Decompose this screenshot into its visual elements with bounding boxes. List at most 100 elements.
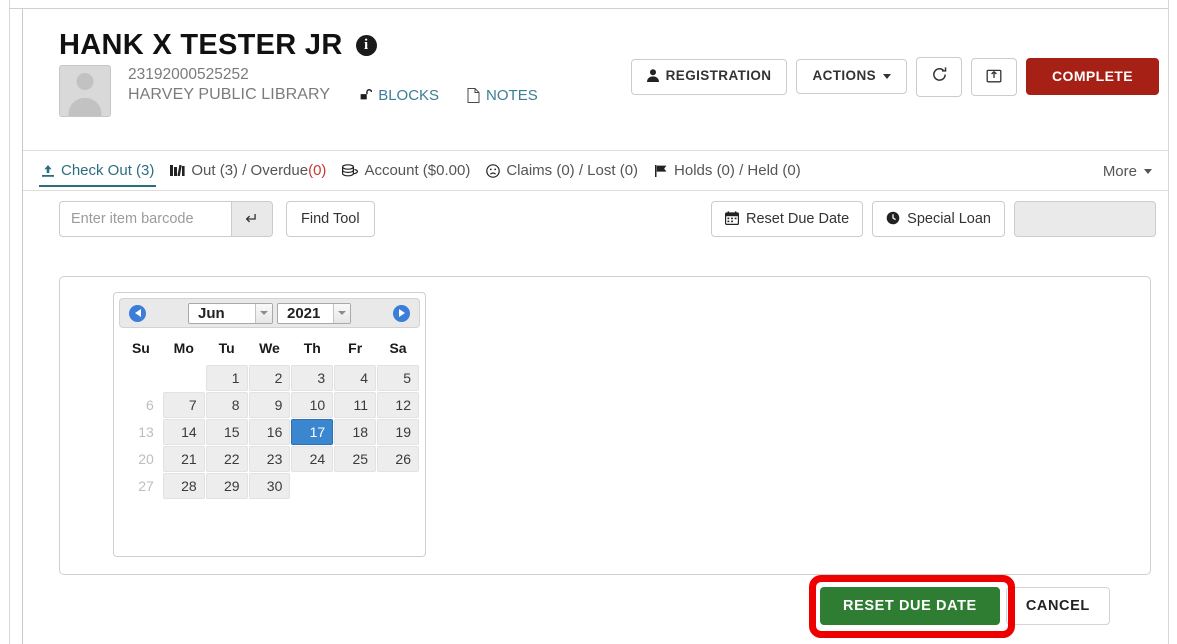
- special-loan-button[interactable]: Special Loan: [872, 201, 1005, 237]
- barcode-entry-group: ↵: [59, 201, 273, 237]
- calendar-day[interactable]: 8: [205, 392, 248, 418]
- avatar: [59, 65, 111, 117]
- calendar-week-row: 27 28 29 30: [120, 473, 419, 499]
- flag-icon: [654, 164, 668, 178]
- calendar-day[interactable]: 23: [248, 446, 291, 472]
- calendar-day[interactable]: 5: [377, 365, 419, 391]
- books-icon: [170, 164, 185, 177]
- tab-more-label: More: [1102, 162, 1137, 180]
- calendar-cell: 21: [162, 446, 205, 472]
- month-select-value: Jun: [198, 304, 225, 322]
- barcode-submit-button[interactable]: ↵: [231, 201, 273, 237]
- calendar-day[interactable]: 11: [334, 392, 377, 418]
- calendar-cell: 9: [248, 392, 291, 418]
- calendar-day[interactable]: 15: [205, 419, 248, 445]
- find-tool-button[interactable]: Find Tool: [286, 201, 375, 237]
- calendar-day[interactable]: 10: [291, 392, 334, 418]
- tab-out-overdue[interactable]: Out (3) / Overdue (0): [162, 151, 334, 191]
- calendar-cell: [120, 365, 162, 391]
- calendar-day[interactable]: 4: [334, 365, 377, 391]
- weekday-header: Sa: [389, 340, 407, 356]
- weekday-header: Mo: [173, 340, 194, 356]
- calendar-day[interactable]: 18: [334, 419, 377, 445]
- tab-check-out[interactable]: Check Out (3): [33, 151, 162, 191]
- tab-more-dropdown[interactable]: More: [1103, 151, 1152, 191]
- calendar-day[interactable]: 30: [248, 473, 291, 499]
- page-left-rule: [9, 0, 10, 644]
- calendar-day[interactable]: 12: [377, 392, 419, 418]
- blocks-link[interactable]: BLOCKS: [358, 87, 439, 104]
- calendar-day[interactable]: 14: [162, 419, 205, 445]
- complete-button[interactable]: COMPLETE: [1026, 58, 1159, 96]
- calendar-week-row: 12345: [120, 365, 419, 391]
- calendar-cell: 4: [334, 365, 377, 391]
- calendar-day[interactable]: 3: [291, 365, 334, 391]
- calendar-day[interactable]: 2: [248, 365, 291, 391]
- calendar-day[interactable]: 19: [377, 419, 419, 445]
- calendar-cell: 30: [248, 473, 291, 499]
- notes-link[interactable]: NOTES: [467, 87, 538, 104]
- calendar-day-disabled: 6: [146, 397, 154, 413]
- face-frown-icon: [486, 163, 501, 178]
- calendar-cell: [377, 473, 419, 499]
- pop-out-button[interactable]: [971, 57, 1018, 97]
- tab-account[interactable]: Account ($0.00): [334, 151, 478, 191]
- reset-due-date-toolbar-button[interactable]: Reset Due Date: [710, 201, 864, 237]
- calendar-day[interactable]: 29: [205, 473, 248, 499]
- checkout-toolbar: ↵ Find Tool Reset Due Date Special Lo: [23, 191, 1168, 247]
- next-month-arrow-icon[interactable]: [393, 304, 410, 322]
- patron-library: HARVEY PUBLIC LIBRARY: [128, 86, 331, 104]
- calendar-day[interactable]: 22: [205, 446, 248, 472]
- calendar-cell: 23: [248, 446, 291, 472]
- calendar-day-disabled: 13: [138, 424, 154, 440]
- cancel-button[interactable]: CANCEL: [1005, 587, 1110, 625]
- refresh-icon: [931, 66, 948, 88]
- calendar-cell: 26: [377, 446, 419, 472]
- calendar-cell: 12: [377, 392, 419, 418]
- registration-button[interactable]: REGISTRATION: [630, 58, 788, 95]
- calendar-body: 1 2 3 4 5 6 7 8 9 10 11 12 13 14 15 16 17 18 19 20 21 22 23 24 2…: [120, 365, 419, 499]
- note-page-icon: [467, 87, 480, 103]
- weekday-header: We: [259, 340, 280, 356]
- calendar-cell: 28: [162, 473, 205, 499]
- calendar-day-selected[interactable]: 17: [291, 419, 334, 445]
- calendar-cell: 7: [162, 392, 205, 418]
- actions-dropdown-button[interactable]: ACTIONS: [796, 59, 908, 95]
- weekday-header: Tu: [218, 340, 235, 356]
- tab-holds-held[interactable]: Holds (0) / Held (0): [646, 151, 809, 191]
- caret-down-icon: [883, 74, 892, 80]
- due-date-readonly-field: [1014, 201, 1156, 237]
- calendar-day[interactable]: 24: [291, 446, 334, 472]
- calendar-day[interactable]: 25: [334, 446, 377, 472]
- calendar-day[interactable]: 7: [162, 392, 205, 418]
- info-icon[interactable]: i: [355, 35, 377, 56]
- tab-claims-lost[interactable]: Claims (0) / Lost (0): [478, 151, 646, 191]
- barcode-input[interactable]: [59, 201, 231, 237]
- calendar-cell: 16: [248, 419, 291, 445]
- reset-due-date-confirm-button[interactable]: RESET DUE DATE: [820, 587, 1000, 625]
- app-root: HANK X TESTER JR i 23192000525252 HARVEY…: [0, 0, 1177, 644]
- year-select[interactable]: 2021: [277, 302, 351, 324]
- calendar-icon: [724, 210, 739, 228]
- month-select[interactable]: Jun: [188, 302, 273, 324]
- chevron-down-icon: [255, 303, 272, 323]
- calendar-day[interactable]: 26: [377, 446, 419, 472]
- calendar-week-row: 6 7 8 9 10 11 12: [120, 392, 419, 418]
- calendar-cell: 6: [120, 392, 162, 418]
- calendar-cell: 3: [291, 365, 334, 391]
- calendar-grid: Su Mo Tu We Th Fr Sa 1 2 3 4 5 6 7 8 9 10 11 12 13 14…: [119, 332, 420, 500]
- calendar-day[interactable]: 21: [162, 446, 205, 472]
- prev-month-arrow-icon[interactable]: [129, 304, 146, 322]
- calendar-day-empty: [291, 473, 333, 499]
- calendar-cell: 25: [334, 446, 377, 472]
- calendar-day[interactable]: 9: [248, 392, 291, 418]
- tab-account-label: Account ($0.00): [364, 162, 471, 179]
- calendar-day[interactable]: 1: [205, 365, 248, 391]
- calendar-cell: 20: [120, 446, 162, 472]
- refresh-button[interactable]: [916, 57, 963, 97]
- calendar-day-empty: [334, 473, 376, 499]
- person-icon: [646, 68, 659, 85]
- calendar-day[interactable]: 28: [162, 473, 205, 499]
- calendar-cell: [334, 473, 376, 499]
- calendar-day[interactable]: 16: [248, 419, 291, 445]
